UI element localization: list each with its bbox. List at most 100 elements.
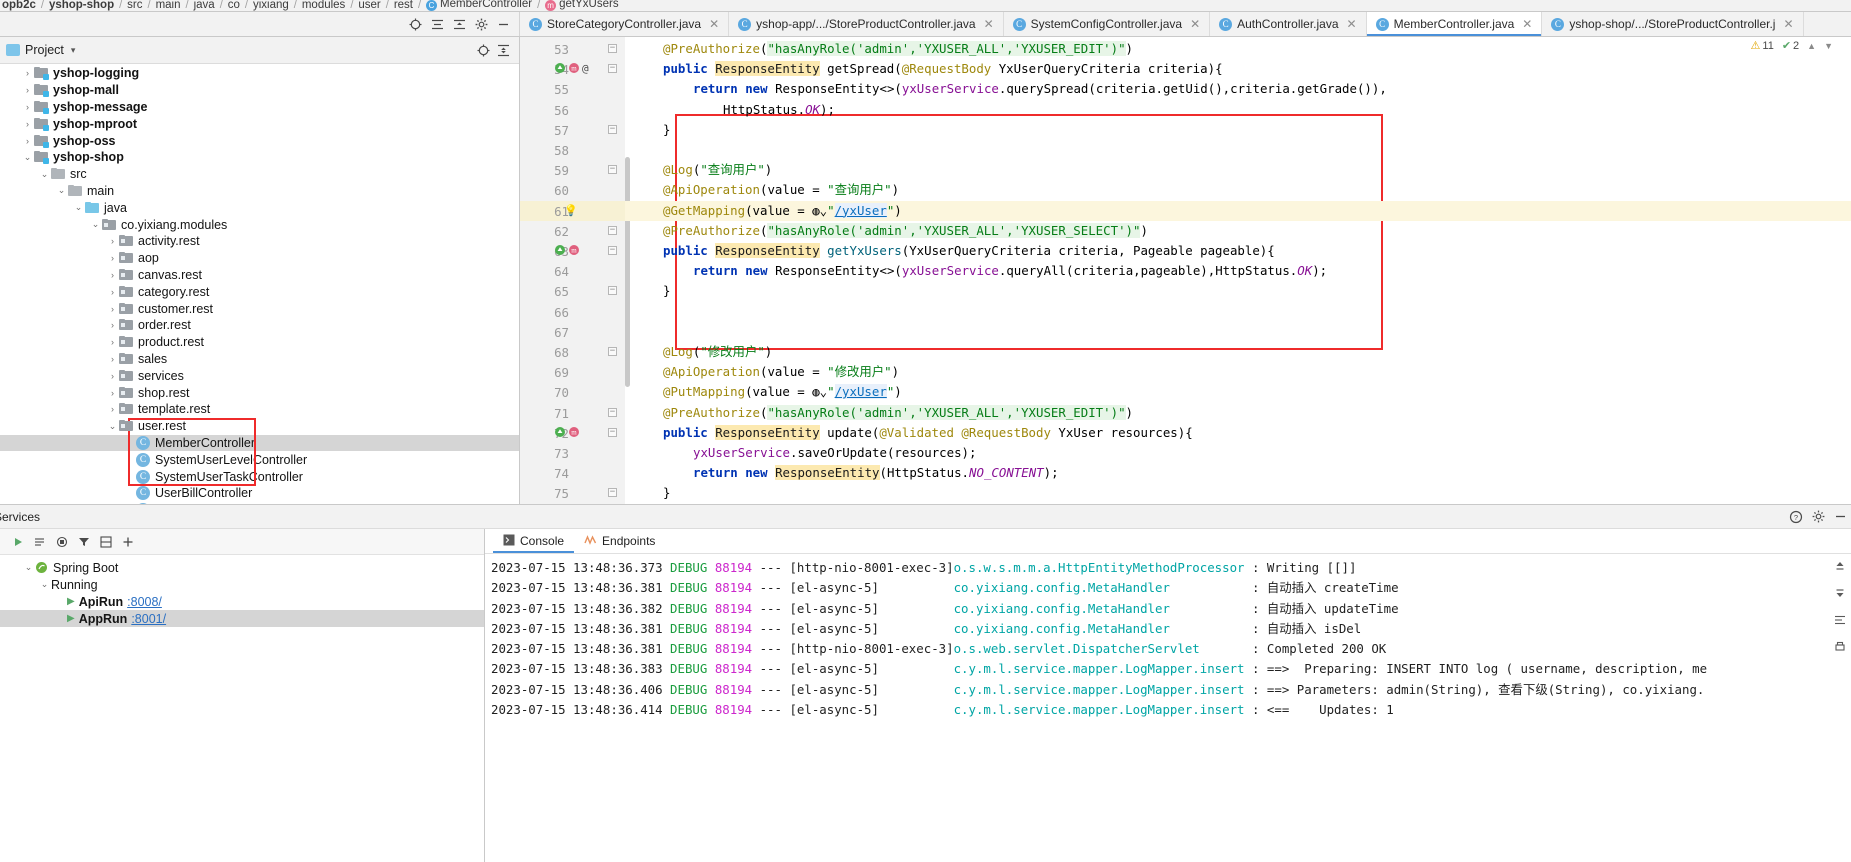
tree-node[interactable]: ·C SystemUserTaskController: [0, 468, 519, 485]
tree-node[interactable]: › aop: [0, 250, 519, 267]
expand-collapse-icon[interactable]: [493, 40, 513, 60]
hide-panel-icon[interactable]: [492, 13, 514, 35]
service-node[interactable]: ⌄ Running: [0, 576, 484, 593]
code-line[interactable]: }: [625, 483, 670, 503]
override-icon[interactable]: [554, 244, 566, 259]
fold-marker[interactable]: −: [608, 488, 617, 498]
close-icon[interactable]: ✕: [1522, 17, 1532, 31]
chevron-down-icon[interactable]: ⌄: [106, 421, 119, 432]
tree-node[interactable]: › sales: [0, 351, 519, 368]
chevron-right-icon[interactable]: ›: [106, 404, 119, 414]
tree-node[interactable]: › product.rest: [0, 334, 519, 351]
breadcrumb-item[interactable]: yshop-shop: [49, 0, 114, 11]
tree-node[interactable]: ⌄ yshop-shop: [0, 149, 519, 166]
fold-marker[interactable]: −: [608, 246, 617, 255]
tree-node[interactable]: ⌄ src: [0, 166, 519, 183]
override-icon[interactable]: [554, 62, 566, 77]
method-icon[interactable]: m: [568, 426, 580, 441]
editor-tab[interactable]: C StoreCategoryController.java ✕: [520, 12, 730, 36]
breadcrumb-item[interactable]: opb2c: [2, 0, 36, 11]
editor-tab[interactable]: Cyshop-shop/.../StoreProductController.j…: [1542, 12, 1804, 36]
locate-icon[interactable]: [404, 13, 426, 35]
stop-icon[interactable]: [52, 532, 72, 552]
fold-marker[interactable]: −: [608, 427, 617, 437]
soft-wrap-icon[interactable]: [1834, 614, 1846, 629]
print-icon[interactable]: [1834, 641, 1846, 656]
close-icon[interactable]: ✕: [1347, 17, 1357, 31]
chevron-down-icon[interactable]: ⌄: [72, 202, 85, 213]
breadcrumb-item[interactable]: C MemberController: [426, 0, 532, 11]
editor-tab[interactable]: C SystemConfigController.java ✕: [1003, 12, 1211, 36]
chevron-down-icon[interactable]: ⌄: [38, 169, 51, 180]
service-node[interactable]: ▶ AppRun:8001/: [0, 610, 484, 627]
breadcrumb-item[interactable]: modules: [302, 0, 345, 11]
tree-node[interactable]: › yshop-mall: [0, 82, 519, 99]
close-icon[interactable]: ✕: [1783, 17, 1793, 31]
run-icon[interactable]: [8, 532, 28, 552]
chevron-down-icon[interactable]: ⌄: [22, 562, 35, 573]
close-icon[interactable]: ✕: [1190, 17, 1200, 31]
chevron-down-icon[interactable]: ⌄: [21, 152, 34, 163]
tree-node[interactable]: › yshop-mproot: [0, 115, 519, 132]
collapse-all-icon[interactable]: [448, 13, 470, 35]
code-line[interactable]: @PreAuthorize("hasAnyRole('admin','YXUSE…: [625, 39, 1133, 59]
breadcrumb-item[interactable]: yixiang: [253, 0, 289, 11]
chevron-right-icon[interactable]: ·: [123, 438, 136, 448]
chevron-down-icon[interactable]: ⌄: [55, 185, 68, 196]
tree-node[interactable]: › order.rest: [0, 317, 519, 334]
editor-tab[interactable]: C AuthController.java ✕: [1210, 12, 1367, 36]
tree-node[interactable]: ⌄ user.rest: [0, 418, 519, 435]
filter-icon[interactable]: [74, 532, 94, 552]
close-icon[interactable]: ✕: [709, 17, 719, 31]
tree-node[interactable]: › activity.rest: [0, 233, 519, 250]
console-tab[interactable]: Console: [493, 529, 575, 553]
run-icon[interactable]: ▶: [67, 613, 75, 624]
chevron-down-icon[interactable]: ▾: [71, 45, 76, 56]
fold-marker[interactable]: −: [608, 225, 617, 235]
chevron-down-icon[interactable]: ⌄: [38, 579, 51, 590]
method-icon[interactable]: m: [568, 244, 580, 259]
chevron-down-icon[interactable]: ⌄: [89, 219, 102, 230]
tree-node[interactable]: ·CUserRechargeController: [0, 502, 519, 504]
expand-all-icon[interactable]: [426, 13, 448, 35]
settings-gear-icon[interactable]: [1807, 506, 1829, 528]
scroll-down-icon[interactable]: [1834, 587, 1846, 602]
breadcrumb-item[interactable]: src: [127, 0, 142, 11]
chevron-right-icon[interactable]: ›: [106, 287, 119, 297]
tree-node[interactable]: › category.rest: [0, 283, 519, 300]
settings-gear-icon[interactable]: [470, 13, 492, 35]
code-line[interactable]: public ResponseEntity update(@Validated …: [625, 423, 1193, 443]
code-content[interactable]: @PreAuthorize ("hasAnyRole('admin','YXUSE…: [625, 37, 1851, 504]
chevron-right-icon[interactable]: ·: [123, 472, 136, 482]
tree-node[interactable]: ·C MemberController: [0, 434, 519, 452]
code-line[interactable]: @PreAuthorize("hasAnyRole('admin','YXUSE…: [625, 403, 1133, 423]
fold-marker[interactable]: −: [608, 44, 617, 53]
code-line[interactable]: yxUserService.saveOrUpdate(resources);: [625, 443, 976, 463]
tree-node[interactable]: › yshop-logging: [0, 65, 519, 82]
tree-node[interactable]: › template.rest: [0, 401, 519, 418]
fold-marker[interactable]: −: [608, 124, 617, 134]
fold-marker[interactable]: −: [608, 165, 617, 175]
at-icon[interactable]: @: [582, 62, 589, 75]
service-port-link[interactable]: :8008/: [127, 595, 162, 609]
service-port-link[interactable]: :8001/: [131, 612, 166, 626]
tree-node[interactable]: › shop.rest: [0, 384, 519, 401]
override-icon[interactable]: [554, 426, 566, 441]
chevron-right-icon[interactable]: ›: [106, 253, 119, 263]
fold-marker[interactable]: −: [608, 286, 617, 296]
tree-node[interactable]: › yshop-message: [0, 99, 519, 116]
chevron-right-icon[interactable]: ›: [106, 270, 119, 280]
editor-gutter[interactable]: 53−54m@−555657−5859−6061💡62−63m−6465−666…: [520, 37, 625, 504]
code-area[interactable]: 53−54m@−555657−5859−6061💡62−63m−6465−666…: [520, 37, 1851, 504]
tree-node[interactable]: ⌄ main: [0, 183, 519, 200]
chevron-right-icon[interactable]: ›: [106, 354, 119, 364]
fold-marker[interactable]: −: [608, 347, 617, 356]
console-tab[interactable]: Endpoints: [574, 529, 665, 553]
code-line[interactable]: @PreAuthorize("hasAnyRole('admin','YXUSE…: [625, 221, 1148, 241]
services-tree[interactable]: ⌄ Spring Boot ⌄ Running ▶ ApiRun:8008/▶ AppRun…: [0, 555, 484, 862]
chevron-right-icon[interactable]: ›: [106, 304, 119, 314]
chevron-right-icon[interactable]: ·: [123, 455, 136, 465]
breadcrumb-item[interactable]: rest: [394, 0, 413, 11]
fold-marker[interactable]: −: [608, 407, 617, 417]
close-icon[interactable]: ✕: [984, 17, 994, 31]
